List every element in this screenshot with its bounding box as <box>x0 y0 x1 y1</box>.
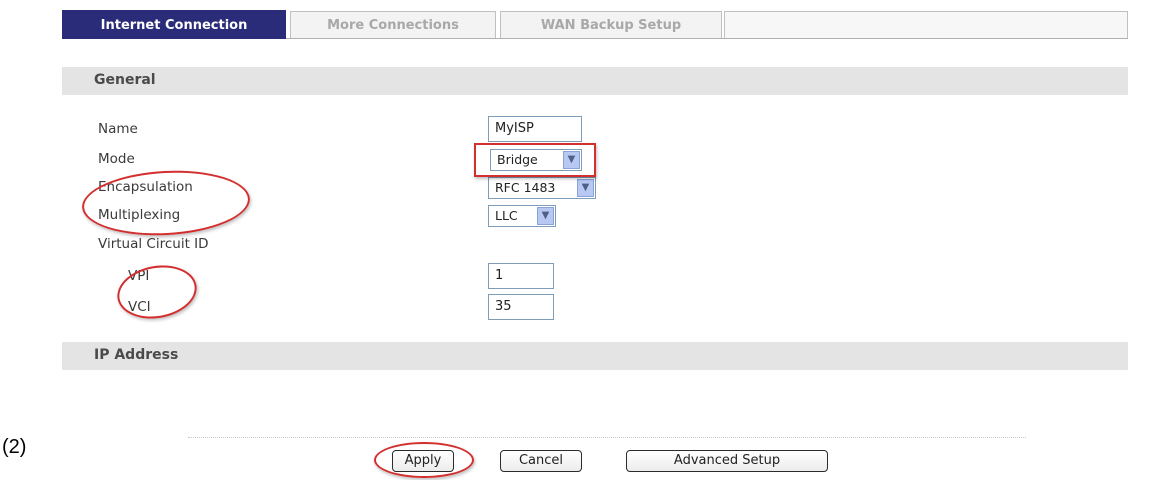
vci-input[interactable]: 35 <box>488 294 554 320</box>
virtual-circuit-id-label: Virtual Circuit ID <box>98 236 209 252</box>
encapsulation-select-value: RFC 1483 <box>495 180 556 195</box>
name-input[interactable]: MyISP <box>488 116 582 142</box>
tab-bar: Internet Connection More Connections WAN… <box>62 8 1128 39</box>
annotation-vpi-vci-ellipse <box>113 259 201 325</box>
tab-internet-connection[interactable]: Internet Connection <box>62 10 286 39</box>
mode-select-value: Bridge <box>497 152 538 167</box>
multiplexing-label: Multiplexing <box>98 207 181 223</box>
tab-wan-backup-setup[interactable]: WAN Backup Setup <box>500 11 722 38</box>
multiplexing-select-value: LLC <box>495 208 518 223</box>
mode-label: Mode <box>98 151 135 167</box>
tab-more-connections[interactable]: More Connections <box>290 11 496 38</box>
vpi-label: VPI <box>128 268 150 284</box>
advanced-setup-button[interactable]: Advanced Setup <box>626 450 828 472</box>
apply-button[interactable]: Apply <box>392 450 454 472</box>
multiplexing-select[interactable]: LLC ▼ <box>488 205 556 227</box>
cancel-button[interactable]: Cancel <box>500 450 582 472</box>
annotation-encapsulation-ellipse <box>80 166 252 240</box>
section-title-general: General <box>94 72 156 88</box>
section-ip-address-header: IP Address <box>62 342 1128 370</box>
vpi-input[interactable]: 1 <box>488 263 554 289</box>
figure-label: (2) <box>2 436 27 458</box>
divider <box>188 437 1026 438</box>
section-general-header: General <box>62 67 1128 95</box>
chevron-down-icon: ▼ <box>537 207 554 225</box>
mode-select[interactable]: Bridge ▼ <box>490 149 582 171</box>
name-label: Name <box>98 121 138 137</box>
encapsulation-label: Encapsulation <box>98 179 193 195</box>
chevron-down-icon: ▼ <box>563 151 580 169</box>
section-title-ip-address: IP Address <box>94 347 179 363</box>
chevron-down-icon: ▼ <box>577 179 594 197</box>
tab-bar-filler <box>724 11 1128 38</box>
vci-label: VCI <box>128 299 151 315</box>
encapsulation-select[interactable]: RFC 1483 ▼ <box>488 177 596 199</box>
